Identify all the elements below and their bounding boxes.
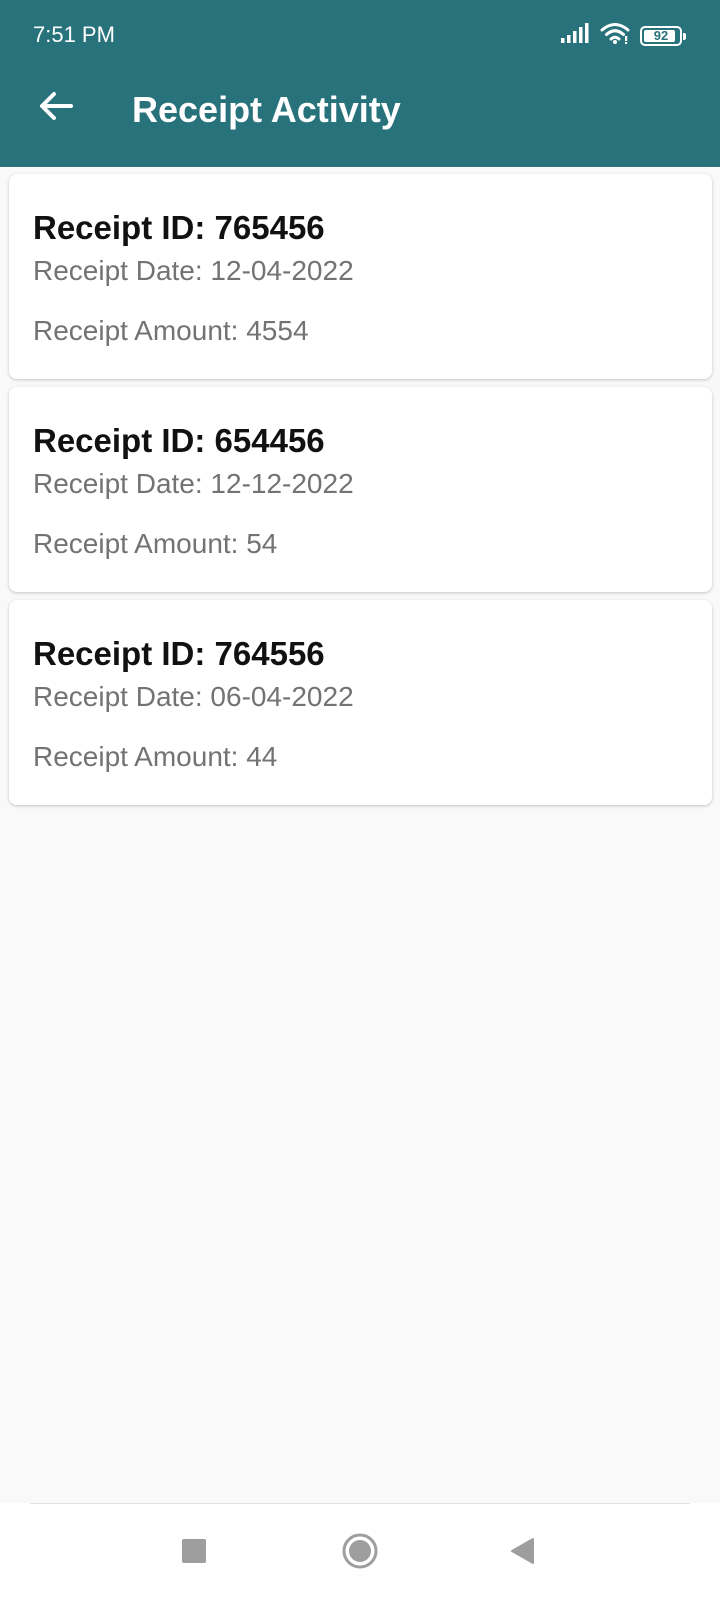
receipt-date: Receipt Date: 12-04-2022 (33, 255, 354, 286)
receipt-date: Receipt Date: 06-04-2022 (33, 681, 354, 712)
home-circle-icon (341, 1532, 379, 1575)
back-triangle-icon (509, 1537, 535, 1570)
status-icons: 92 (560, 22, 686, 49)
receipt-card[interactable]: Receipt ID: 764556 Receipt Date: 06-04-2… (9, 600, 712, 805)
back-nav-button[interactable] (492, 1523, 552, 1583)
signal-icon (560, 23, 590, 48)
system-nav-bar (0, 1503, 720, 1600)
receipt-card[interactable]: Receipt ID: 765456 Receipt Date: 12-04-2… (9, 174, 712, 379)
wifi-icon (600, 22, 630, 49)
app-bar: 7:51 PM 92 Receipt Activity (0, 0, 720, 167)
recents-square-icon (181, 1538, 207, 1569)
arrow-left-icon (38, 91, 74, 126)
nav-divider (30, 1503, 690, 1504)
back-button[interactable] (30, 82, 82, 134)
battery-percent: 92 (653, 27, 669, 43)
receipt-amount: Receipt Amount: 4554 (33, 315, 309, 346)
receipt-id: Receipt ID: 765456 (33, 209, 325, 246)
battery-icon: 92 (640, 25, 686, 46)
status-time: 7:51 PM (33, 22, 115, 47)
recents-button[interactable] (164, 1523, 224, 1583)
receipt-card[interactable]: Receipt ID: 654456 Receipt Date: 12-12-2… (9, 387, 712, 592)
receipt-id: Receipt ID: 654456 (33, 422, 325, 459)
receipt-amount: Receipt Amount: 54 (33, 528, 278, 559)
battery-tip (683, 32, 686, 40)
page-title: Receipt Activity (132, 89, 401, 130)
home-button[interactable] (330, 1523, 390, 1583)
receipt-amount: Receipt Amount: 44 (33, 741, 278, 772)
receipt-list: Receipt ID: 765456 Receipt Date: 12-04-2… (9, 174, 712, 813)
receipt-id: Receipt ID: 764556 (33, 635, 325, 672)
receipt-date: Receipt Date: 12-12-2022 (33, 468, 354, 499)
